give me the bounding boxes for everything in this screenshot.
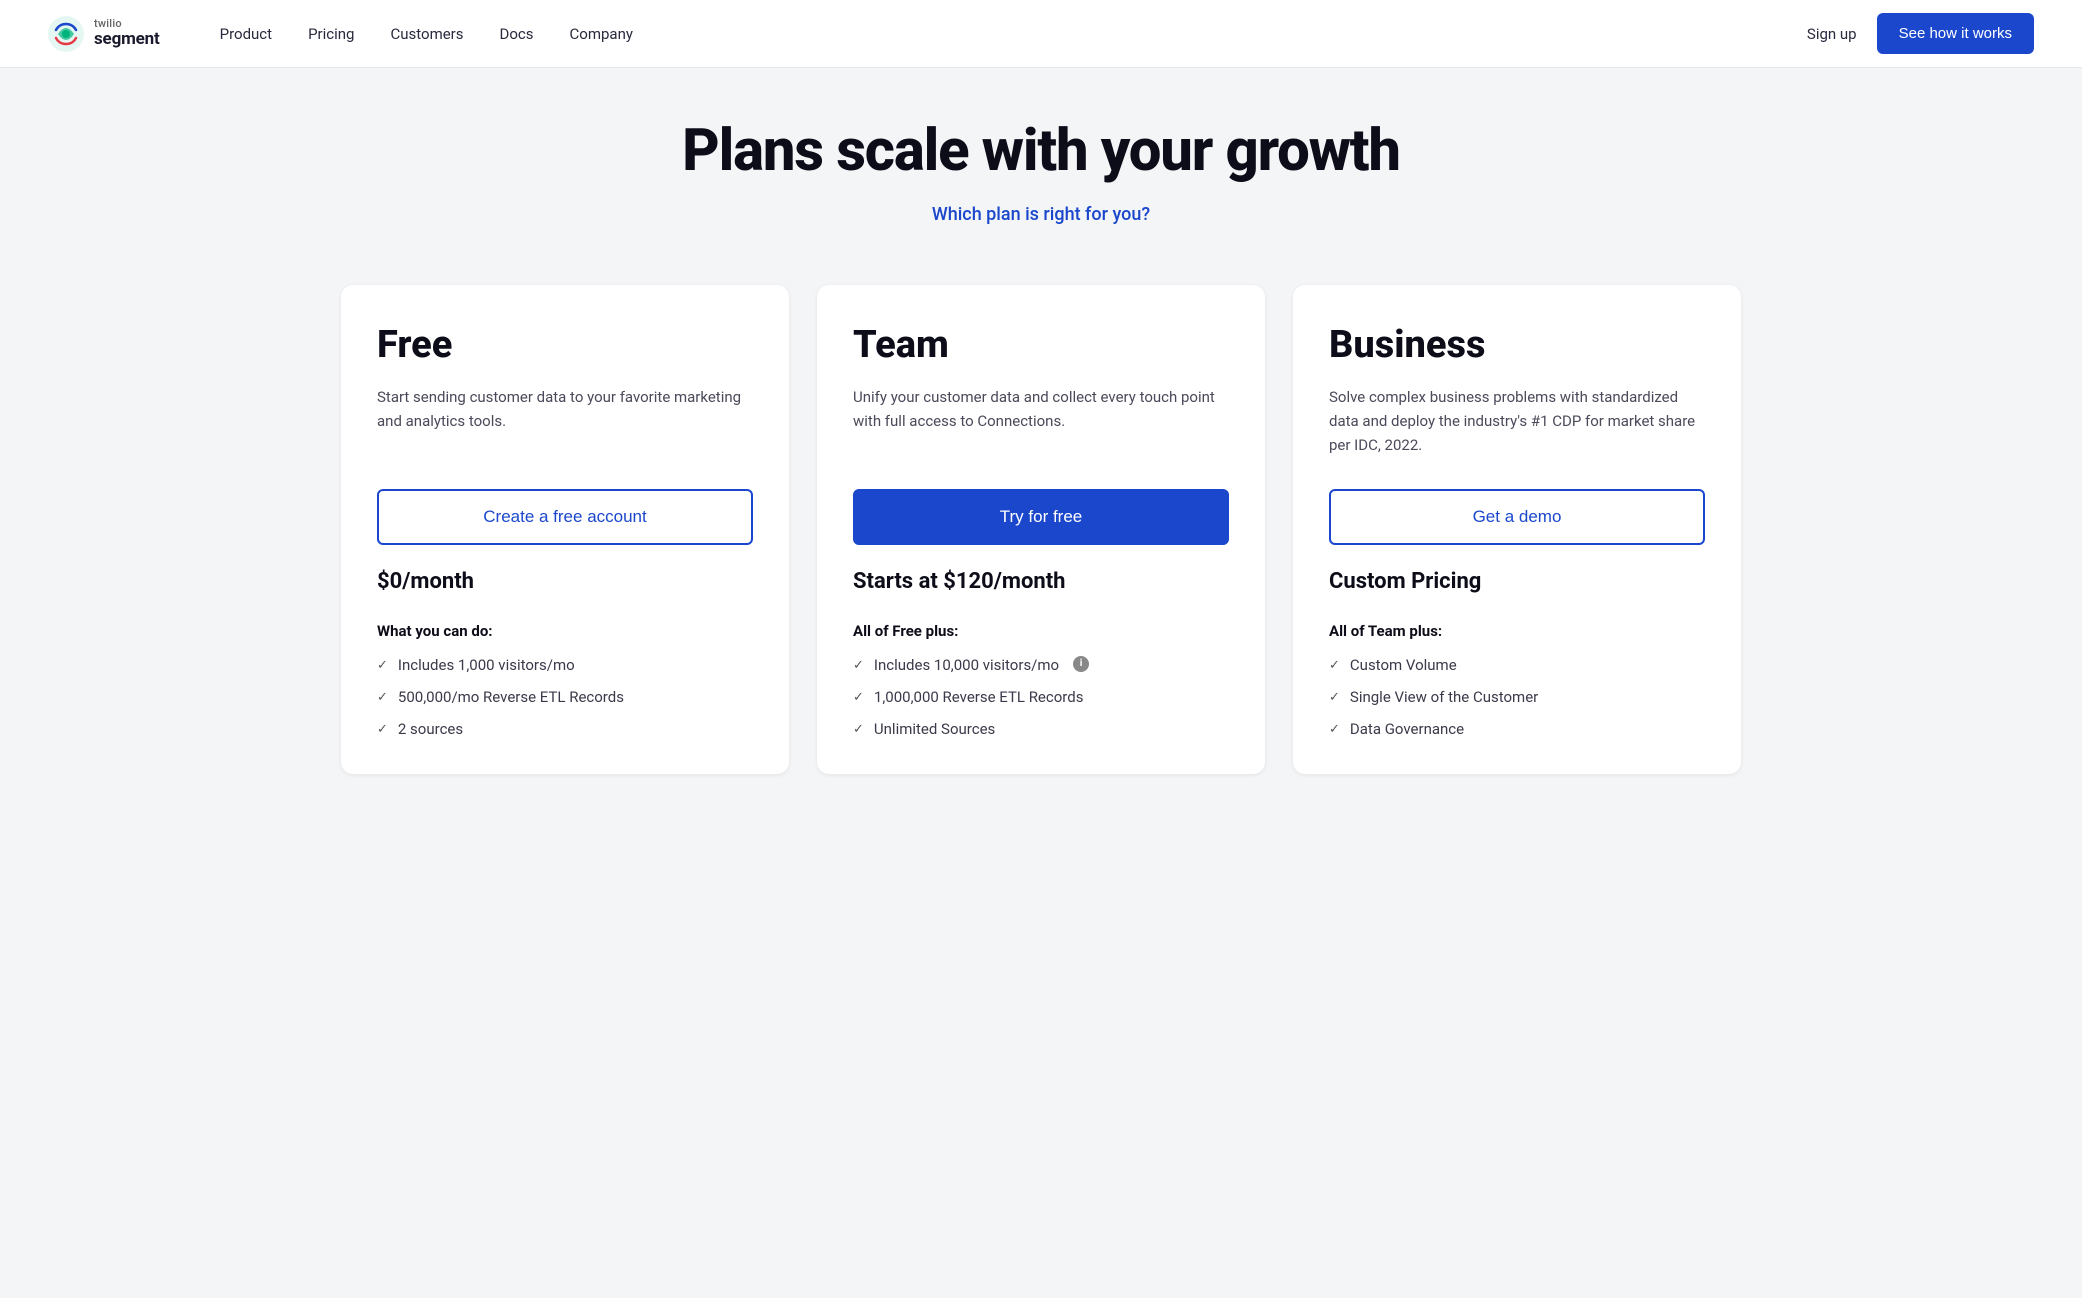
- feature-text: Custom Volume: [1350, 656, 1457, 674]
- nav-link-docs[interactable]: Docs: [500, 25, 534, 43]
- feature-list-team: ✓ Includes 10,000 visitors/mo i ✓ 1,000,…: [853, 656, 1229, 738]
- get-a-demo-button[interactable]: Get a demo: [1329, 489, 1705, 545]
- feature-text: Single View of the Customer: [1350, 688, 1538, 706]
- check-icon: ✓: [377, 690, 388, 705]
- hero-subtitle-link[interactable]: Which plan is right for you?: [932, 204, 1150, 225]
- pricing-section: Free Start sending customer data to your…: [0, 249, 2082, 834]
- plan-description-free: Start sending customer data to your favo…: [377, 385, 753, 461]
- feature-item: ✓ Unlimited Sources: [853, 720, 1229, 738]
- feature-text: Unlimited Sources: [874, 720, 995, 738]
- hero-section: Plans scale with your growth Which plan …: [0, 68, 2082, 249]
- check-icon: ✓: [853, 690, 864, 705]
- feature-text: 1,000,000 Reverse ETL Records: [874, 688, 1084, 706]
- logo-segment-label: segment: [94, 30, 160, 49]
- check-icon: ✓: [1329, 722, 1340, 737]
- plan-card-business: Business Solve complex business problems…: [1293, 285, 1741, 774]
- feature-list-business: ✓ Custom Volume ✓ Single View of the Cus…: [1329, 656, 1705, 738]
- check-icon: ✓: [377, 658, 388, 673]
- feature-item: ✓ 2 sources: [377, 720, 753, 738]
- plan-name-team: Team: [853, 325, 1229, 367]
- plan-name-free: Free: [377, 325, 753, 367]
- feature-item: ✓ Data Governance: [1329, 720, 1705, 738]
- nav-link-company[interactable]: Company: [570, 25, 633, 43]
- navbar: twilio segment Product Pricing Customers…: [0, 0, 2082, 68]
- plan-price-free: $0/month: [377, 569, 753, 594]
- pricing-grid: Free Start sending customer data to your…: [341, 285, 1741, 774]
- plan-description-team: Unify your customer data and collect eve…: [853, 385, 1229, 461]
- check-icon: ✓: [853, 658, 864, 673]
- features-label-team: All of Free plus:: [853, 622, 1229, 640]
- try-for-free-button[interactable]: Try for free: [853, 489, 1229, 545]
- nav-link-product[interactable]: Product: [220, 25, 272, 43]
- see-how-it-works-button[interactable]: See how it works: [1877, 13, 2034, 54]
- nav-actions: Sign up See how it works: [1807, 13, 2034, 54]
- plan-price-business: Custom Pricing: [1329, 569, 1705, 594]
- feature-item: ✓ Includes 1,000 visitors/mo: [377, 656, 753, 674]
- plan-description-business: Solve complex business problems with sta…: [1329, 385, 1705, 461]
- feature-text: Includes 1,000 visitors/mo: [398, 656, 575, 674]
- logo-icon: [48, 16, 84, 52]
- logo-text: twilio segment: [94, 18, 160, 49]
- nav-link-customers[interactable]: Customers: [390, 25, 463, 43]
- feature-item: ✓ Custom Volume: [1329, 656, 1705, 674]
- features-label-business: All of Team plus:: [1329, 622, 1705, 640]
- feature-item: ✓ Single View of the Customer: [1329, 688, 1705, 706]
- features-label-free: What you can do:: [377, 622, 753, 640]
- check-icon: ✓: [1329, 690, 1340, 705]
- feature-text: 2 sources: [398, 720, 463, 738]
- feature-item: ✓ Includes 10,000 visitors/mo i: [853, 656, 1229, 674]
- logo[interactable]: twilio segment: [48, 16, 160, 52]
- nav-link-pricing[interactable]: Pricing: [308, 25, 354, 43]
- info-icon[interactable]: i: [1073, 656, 1089, 672]
- plan-card-team: Team Unify your customer data and collec…: [817, 285, 1265, 774]
- nav-links: Product Pricing Customers Docs Company: [220, 25, 1807, 43]
- feature-item: ✓ 1,000,000 Reverse ETL Records: [853, 688, 1229, 706]
- feature-text: 500,000/mo Reverse ETL Records: [398, 688, 624, 706]
- feature-list-free: ✓ Includes 1,000 visitors/mo ✓ 500,000/m…: [377, 656, 753, 738]
- plan-name-business: Business: [1329, 325, 1705, 367]
- create-free-account-button[interactable]: Create a free account: [377, 489, 753, 545]
- check-icon: ✓: [1329, 658, 1340, 673]
- check-icon: ✓: [377, 722, 388, 737]
- feature-text: Data Governance: [1350, 720, 1464, 738]
- plan-card-free: Free Start sending customer data to your…: [341, 285, 789, 774]
- feature-text: Includes 10,000 visitors/mo: [874, 656, 1059, 674]
- hero-title: Plans scale with your growth: [48, 120, 2034, 184]
- plan-price-team: Starts at $120/month: [853, 569, 1229, 594]
- signup-link[interactable]: Sign up: [1807, 25, 1857, 43]
- check-icon: ✓: [853, 722, 864, 737]
- feature-item: ✓ 500,000/mo Reverse ETL Records: [377, 688, 753, 706]
